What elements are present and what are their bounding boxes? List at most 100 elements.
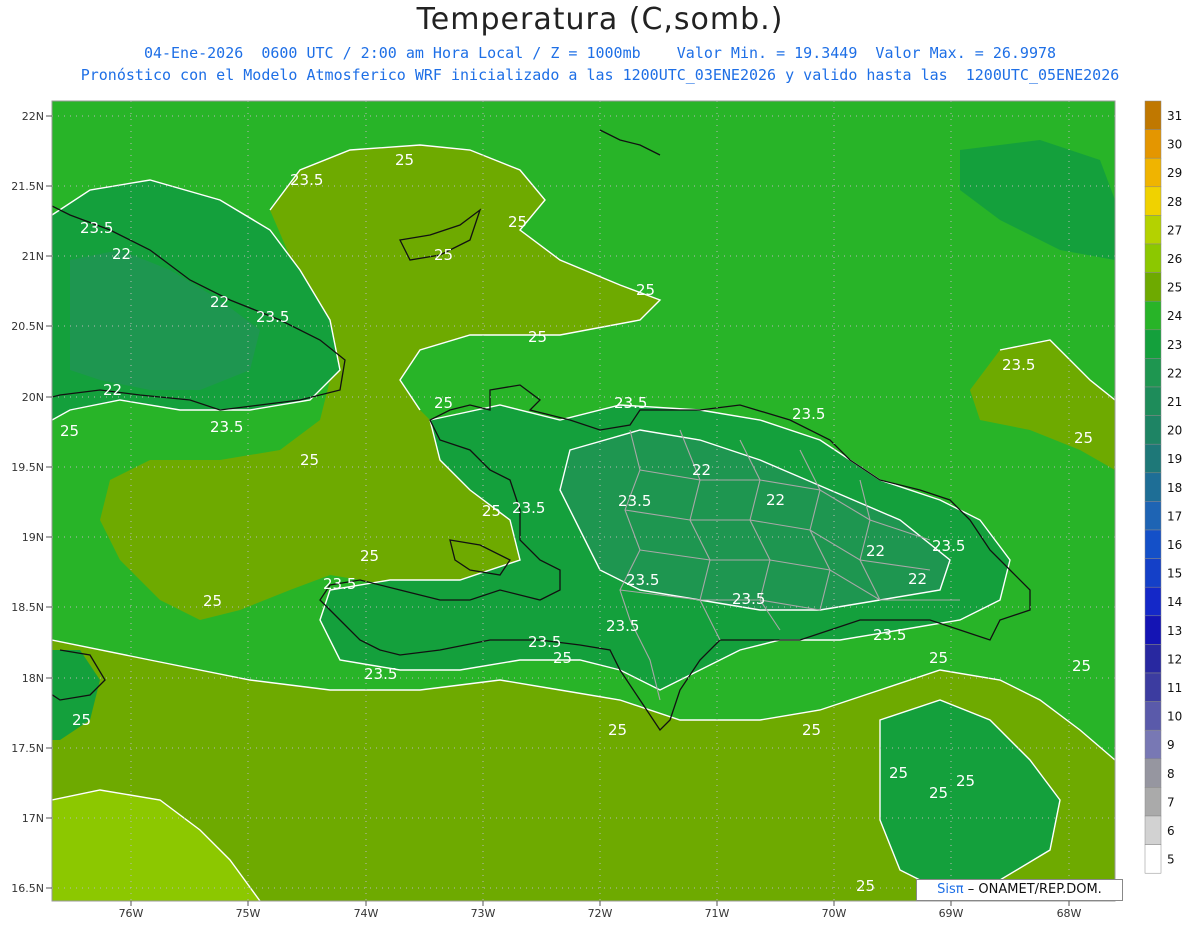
colorbar-label: 29 [1167,166,1182,180]
lon-tick: 73W [471,901,496,920]
contour-label: 25 [1072,657,1091,675]
colorbar-swatch [1144,129,1162,159]
contour-label: 25 [929,784,948,802]
lat-label: 21.5N [11,180,44,193]
colorbar-swatch [1144,644,1162,674]
lon-label: 72W [588,907,613,920]
contour-label: 23.5 [606,617,639,635]
lon-tick: 69W [939,901,964,920]
lat-tick: 16.5N [11,882,52,895]
contour-label: 23.5 [792,405,825,423]
lon-label: 71W [705,907,730,920]
contour-label: 25 [929,649,948,667]
contour-label: 25 [60,422,79,440]
colorbar-label: 22 [1167,366,1182,380]
contour-label: 23.5 [614,394,647,412]
contour-label: 25 [434,394,453,412]
lon-label: 70W [822,907,847,920]
colorbar-swatch [1144,844,1162,874]
colorbar-label: 15 [1167,567,1182,581]
contour-label: 25 [203,592,222,610]
lat-label: 17.5N [11,742,44,755]
contour-label: 25 [636,281,655,299]
contour-label: 22 [103,381,122,399]
contour-label: 25 [508,213,527,231]
lat-label: 17N [22,812,44,825]
lon-tick: 70W [822,901,847,920]
contour-label: 23.5 [210,418,243,436]
colorbar-swatch [1144,529,1162,559]
lat-axis: 22N 21.5N 21N 20.5N 20N 19.5N 19N 18.5N … [11,110,52,895]
lat-tick: 20.5N [11,320,52,333]
colorbar-swatch [1144,358,1162,388]
contour-label: 23.5 [512,499,545,517]
lon-label: 76W [119,907,144,920]
colorbar-label: 11 [1167,681,1182,695]
lon-label: 74W [354,907,379,920]
colorbar-swatch [1144,443,1162,474]
colorbar-label: 8 [1167,767,1175,781]
lat-label: 19N [22,531,44,544]
colorbar-label: 6 [1167,824,1175,838]
lat-label: 20.5N [11,320,44,333]
lat-tick: 21.5N [11,180,52,193]
contour-label: 23.5 [290,171,323,189]
colorbar-label: 31 [1167,109,1182,123]
contour-label: 25 [72,711,91,729]
contour-label: 23.5 [1002,356,1035,374]
contour-label: 25 [608,721,627,739]
lon-label: 69W [939,907,964,920]
colorbar-swatch [1144,787,1162,817]
contour-label: 23.5 [256,308,289,326]
contour-label: 22 [112,245,131,263]
colorbar: 31 30 29 28 27 26 25 24 23 22 21 20 19 18 17 16 15 14 13 12… [1144,100,1182,874]
colorbar-swatch [1144,701,1162,731]
contour-label: 25 [395,151,414,169]
contour-label: 25 [1074,429,1093,447]
colorbar-swatch [1144,272,1162,302]
colorbar-swatch [1144,100,1162,130]
contour-label: 22 [766,491,785,509]
colorbar-label: 20 [1167,424,1182,438]
credit-box: Sisπ – ONAMET/REP.DOM. [916,879,1123,901]
contour-label: 25 [300,451,319,469]
lat-tick: 22N [22,110,52,123]
contour-label: 23.5 [80,219,113,237]
lat-label: 19.5N [11,461,44,474]
colorbar-label: 17 [1167,509,1182,523]
lat-tick: 17N [22,812,52,825]
lon-tick: 71W [705,901,730,920]
colorbar-swatch [1144,329,1162,359]
colorbar-label: 21 [1167,395,1182,409]
lon-tick: 74W [354,901,379,920]
contour-label: 25 [434,246,453,264]
colorbar-label: 18 [1167,481,1182,495]
colorbar-label: 28 [1167,195,1182,209]
lon-tick: 76W [119,901,144,920]
colorbar-label: 27 [1167,223,1182,237]
contour-label: 22 [210,293,229,311]
contour-label: 23.5 [626,571,659,589]
lat-label: 16.5N [11,882,44,895]
lat-tick: 20N [22,391,52,404]
contour-label: 23.5 [873,626,906,644]
colorbar-swatch [1144,386,1162,416]
contour-label: 22 [866,542,885,560]
contour-label: 25 [553,649,572,667]
contour-label: 25 [360,547,379,565]
lon-label: 75W [236,907,261,920]
lon-label: 68W [1057,907,1082,920]
colorbar-label: 12 [1167,652,1182,666]
colorbar-swatch [1144,501,1162,531]
contour-label: 25 [482,502,501,520]
colorbar-swatch [1144,672,1162,702]
lat-tick: 19N [22,531,52,544]
colorbar-label: 25 [1167,281,1182,295]
lat-label: 20N [22,391,44,404]
lat-label: 18N [22,672,44,685]
colorbar-label: 14 [1167,595,1182,609]
colorbar-label: 10 [1167,710,1182,724]
colorbar-swatch [1144,472,1162,502]
colorbar-swatch [1144,615,1162,645]
colorbar-label: 7 [1167,795,1175,809]
